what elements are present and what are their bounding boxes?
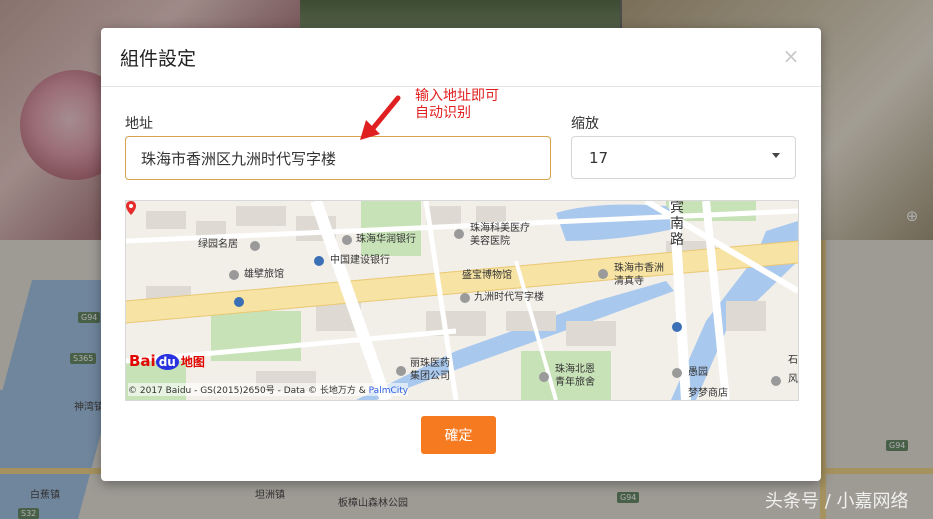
zoom-label: 缩放 bbox=[571, 116, 599, 132]
map-label: 南 bbox=[670, 216, 684, 232]
map-label: 梦梦商店 bbox=[688, 388, 728, 399]
palmcity-link[interactable]: PalmCity bbox=[369, 386, 408, 396]
poi-icon bbox=[771, 376, 781, 386]
modal-title: 組件設定 bbox=[120, 48, 197, 70]
map-label: 丽珠医药 bbox=[410, 358, 450, 369]
hotel-icon bbox=[229, 270, 239, 280]
map-label: 愚园 bbox=[688, 367, 708, 378]
map-label: 路 bbox=[670, 232, 684, 248]
map-label: 绿园名居 bbox=[198, 239, 238, 250]
map-label: 中国建设银行 bbox=[330, 255, 390, 266]
copyright-text: © 2017 Baidu - GS(2015)2650号 - Data © 长地… bbox=[128, 386, 366, 396]
logo-ditu: 地图 bbox=[180, 355, 205, 369]
map-label: 宾 bbox=[670, 200, 684, 216]
map-label: 风 bbox=[788, 374, 798, 385]
bank-icon bbox=[342, 235, 352, 245]
logo-du: du bbox=[155, 354, 179, 370]
map-label: 雄擘旅馆 bbox=[244, 269, 284, 280]
logo-bai: Bai bbox=[129, 352, 156, 370]
confirm-button[interactable]: 確定 bbox=[421, 416, 496, 454]
bank-icon bbox=[314, 256, 324, 266]
poi-icon bbox=[250, 241, 260, 251]
map-view[interactable]: 绿园名居 珠海华润银行 珠海科美医疗 美容医院 宾 南 路 中国建设银行 雄擘旅… bbox=[125, 200, 799, 401]
hostel-icon bbox=[539, 372, 549, 382]
map-label: 盛宝博物馆 bbox=[462, 270, 512, 281]
map-label: 石 bbox=[788, 355, 798, 366]
poi-icon bbox=[396, 366, 406, 376]
caret-down-icon bbox=[772, 153, 780, 158]
baidu-map-logo: Bai du 地图 bbox=[129, 352, 205, 378]
map-label: 九洲时代写字楼 bbox=[474, 292, 544, 303]
annotation-line-1: 输入地址即可 bbox=[415, 88, 499, 104]
map-marker-icon[interactable] bbox=[126, 201, 136, 215]
mosque-icon bbox=[598, 269, 608, 279]
watermark: 头条号 / 小嘉网络 bbox=[765, 491, 909, 512]
map-label: 集团公司 bbox=[410, 371, 450, 382]
zoom-select[interactable]: 17 bbox=[571, 136, 796, 179]
arrow-icon bbox=[360, 95, 401, 140]
map-label: 美容医院 bbox=[470, 236, 510, 247]
map-label: 青年旅舍 bbox=[555, 377, 595, 388]
annotation-text: 输入地址即可 自动识别 bbox=[415, 88, 499, 122]
address-input[interactable] bbox=[125, 136, 551, 180]
map-label: 珠海市香洲 bbox=[614, 263, 664, 274]
address-label: 地址 bbox=[125, 116, 153, 132]
park-icon bbox=[672, 368, 682, 378]
building-icon bbox=[460, 293, 470, 303]
zoom-selected-value: 17 bbox=[589, 149, 609, 167]
settings-modal: 組件設定 × 地址 缩放 17 输入地址即可 自动识别 bbox=[101, 28, 821, 481]
modal-header: 組件設定 × bbox=[101, 28, 821, 87]
map-copyright: © 2017 Baidu - GS(2015)2650号 - Data © 长地… bbox=[128, 383, 409, 396]
hospital-icon bbox=[454, 229, 464, 239]
annotation-line-2: 自动识别 bbox=[415, 105, 471, 121]
map-label: 珠海北恩 bbox=[555, 364, 595, 375]
map-label: 珠海华润银行 bbox=[356, 234, 416, 245]
map-label: 清真寺 bbox=[614, 276, 644, 287]
close-icon[interactable]: × bbox=[781, 46, 801, 66]
bus-stop-icon bbox=[672, 322, 682, 332]
bus-stop-icon bbox=[234, 297, 244, 307]
map-label: 珠海科美医疗 bbox=[470, 223, 530, 234]
